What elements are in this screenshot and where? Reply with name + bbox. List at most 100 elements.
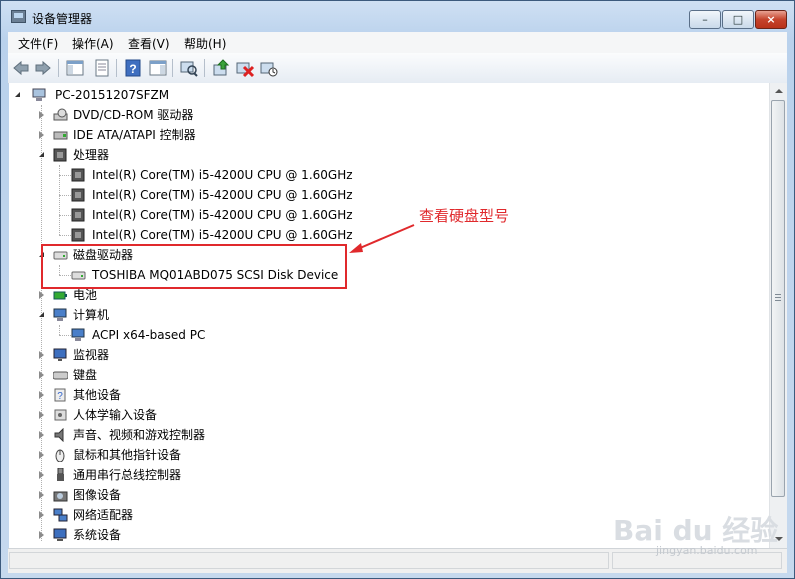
menu-file[interactable]: 文件(F) [18, 35, 58, 52]
mice-label: 鼠标和其他指针设备 [73, 448, 182, 462]
battery-icon [53, 288, 68, 302]
computer-icon [71, 328, 86, 342]
monitors-label: 监视器 [73, 348, 110, 362]
computer-icon [32, 88, 47, 102]
network-adapter-icon [53, 508, 68, 522]
tree-node-system[interactable]: 系统设备 [37, 525, 297, 545]
tree-node-sound[interactable]: 声音、视频和游戏控制器 [37, 425, 297, 445]
tree-node-ide[interactable]: IDE ATA/ATAPI 控制器 [37, 125, 297, 145]
network-label: 网络适配器 [73, 508, 134, 522]
processor-icon [71, 188, 86, 202]
cpu-label: Intel(R) Core(TM) i5-4200U CPU @ 1.60GHz [92, 168, 353, 182]
cpu-label: Intel(R) Core(TM) i5-4200U CPU @ 1.60GHz [92, 208, 353, 222]
expand-arrow-icon[interactable] [39, 291, 44, 299]
acpi-label: ACPI x64-based PC [92, 328, 206, 342]
tree-node-keyboards[interactable]: 键盘 [37, 365, 297, 385]
toolbar: ? [8, 53, 787, 84]
collapse-arrow-icon[interactable] [39, 312, 44, 317]
action-pane-icon[interactable] [148, 58, 168, 78]
sound-label: 声音、视频和游戏控制器 [73, 428, 206, 442]
keyboards-label: 键盘 [73, 368, 98, 382]
mouse-icon [53, 448, 68, 463]
tree-line [59, 325, 60, 335]
back-arrow-icon[interactable] [11, 58, 31, 78]
title-bar[interactable]: 设备管理器 – □ × [1, 1, 794, 33]
tree-node-acpi[interactable]: ACPI x64-based PC [69, 325, 369, 345]
tree-node-imaging[interactable]: 图像设备 [37, 485, 297, 505]
tree-node-mice[interactable]: 鼠标和其他指针设备 [37, 445, 297, 465]
expand-arrow-icon[interactable] [39, 431, 44, 439]
minimize-button[interactable]: – [689, 10, 721, 29]
tree-node-cpu[interactable]: Intel(R) Core(TM) i5-4200U CPU @ 1.60GHz [69, 165, 369, 185]
dvd-label: DVD/CD-ROM 驱动器 [73, 108, 194, 122]
menu-action[interactable]: 操作(A) [72, 35, 114, 52]
processor-icon [71, 168, 86, 182]
update-driver-icon[interactable] [211, 58, 231, 78]
tree-node-usb[interactable]: 通用串行总线控制器 [37, 465, 297, 485]
scan-hardware-icon[interactable] [179, 58, 199, 78]
expand-arrow-icon[interactable] [39, 391, 44, 399]
status-pane [9, 552, 609, 569]
tree-node-computer[interactable]: 计算机 [37, 305, 297, 325]
cpu-label: Intel(R) Core(TM) i5-4200U CPU @ 1.60GHz [92, 228, 353, 242]
collapse-arrow-icon[interactable] [15, 92, 20, 97]
menu-help[interactable]: 帮助(H) [184, 35, 226, 52]
scrollbar-thumb[interactable] [771, 100, 785, 497]
monitor-icon [53, 348, 68, 362]
expand-arrow-icon[interactable] [39, 531, 44, 539]
tree-node-network[interactable]: 网络适配器 [37, 505, 297, 525]
tree-node-cpu[interactable]: Intel(R) Core(TM) i5-4200U CPU @ 1.60GHz [69, 185, 369, 205]
usb-label: 通用串行总线控制器 [73, 468, 182, 482]
help-icon[interactable]: ? [123, 58, 143, 78]
vertical-scrollbar[interactable] [769, 83, 787, 548]
disable-device-icon[interactable] [235, 58, 255, 78]
device-manager-icon [11, 10, 26, 23]
expand-arrow-icon[interactable] [39, 451, 44, 459]
system-device-icon [53, 528, 68, 542]
computer-icon [53, 308, 68, 322]
tree-node-other[interactable]: ? 其他设备 [37, 385, 297, 405]
menu-view[interactable]: 查看(V) [128, 35, 170, 52]
ide-controller-icon [53, 128, 68, 142]
expand-arrow-icon[interactable] [39, 111, 44, 119]
hid-label: 人体学输入设备 [73, 408, 158, 422]
tree-node-processors[interactable]: 处理器 [37, 145, 297, 165]
expand-arrow-icon[interactable] [39, 411, 44, 419]
tree-node-cpu[interactable]: Intel(R) Core(TM) i5-4200U CPU @ 1.60GHz [69, 225, 369, 245]
unknown-device-icon: ? [53, 388, 68, 402]
grip-line [775, 297, 781, 298]
expand-arrow-icon[interactable] [39, 511, 44, 519]
properties-icon[interactable] [92, 58, 112, 78]
toolbar-separator [58, 59, 59, 77]
forward-arrow-icon[interactable] [33, 58, 53, 78]
tree-node-root[interactable]: PC-20151207SFZM [15, 85, 215, 105]
expand-arrow-icon[interactable] [39, 471, 44, 479]
uninstall-device-icon[interactable] [259, 58, 279, 78]
tree-node-dvd[interactable]: DVD/CD-ROM 驱动器 [37, 105, 297, 125]
scroll-up-icon[interactable] [775, 89, 783, 93]
expand-arrow-icon[interactable] [39, 371, 44, 379]
show-hide-tree-icon[interactable] [65, 58, 85, 78]
device-tree: PC-20151207SFZM DVD/CD-ROM 驱动器 IDE ATA/A… [9, 83, 769, 548]
svg-text:?: ? [57, 391, 63, 402]
tree-node-monitors[interactable]: 监视器 [37, 345, 297, 365]
ide-label: IDE ATA/ATAPI 控制器 [73, 128, 196, 142]
usb-icon [53, 467, 68, 482]
toolbar-separator [172, 59, 173, 77]
expand-arrow-icon[interactable] [39, 351, 44, 359]
tree-node-hid[interactable]: 人体学输入设备 [37, 405, 297, 425]
device-manager-window: 设备管理器 – □ × 文件(F) 操作(A) 查看(V) 帮助(H) ? PC… [0, 0, 795, 579]
close-button[interactable]: × [755, 10, 787, 29]
processor-icon [71, 208, 86, 222]
cpu-label: Intel(R) Core(TM) i5-4200U CPU @ 1.60GHz [92, 188, 353, 202]
maximize-button[interactable]: □ [722, 10, 754, 29]
annotation-arrow-icon [349, 224, 415, 253]
expand-arrow-icon[interactable] [39, 131, 44, 139]
tree-node-cpu[interactable]: Intel(R) Core(TM) i5-4200U CPU @ 1.60GHz [69, 205, 369, 225]
expand-arrow-icon[interactable] [39, 491, 44, 499]
highlight-box [41, 244, 347, 289]
svg-text:?: ? [129, 62, 136, 76]
keyboard-icon [52, 368, 69, 382]
camera-icon [53, 488, 68, 502]
collapse-arrow-icon[interactable] [39, 152, 44, 157]
